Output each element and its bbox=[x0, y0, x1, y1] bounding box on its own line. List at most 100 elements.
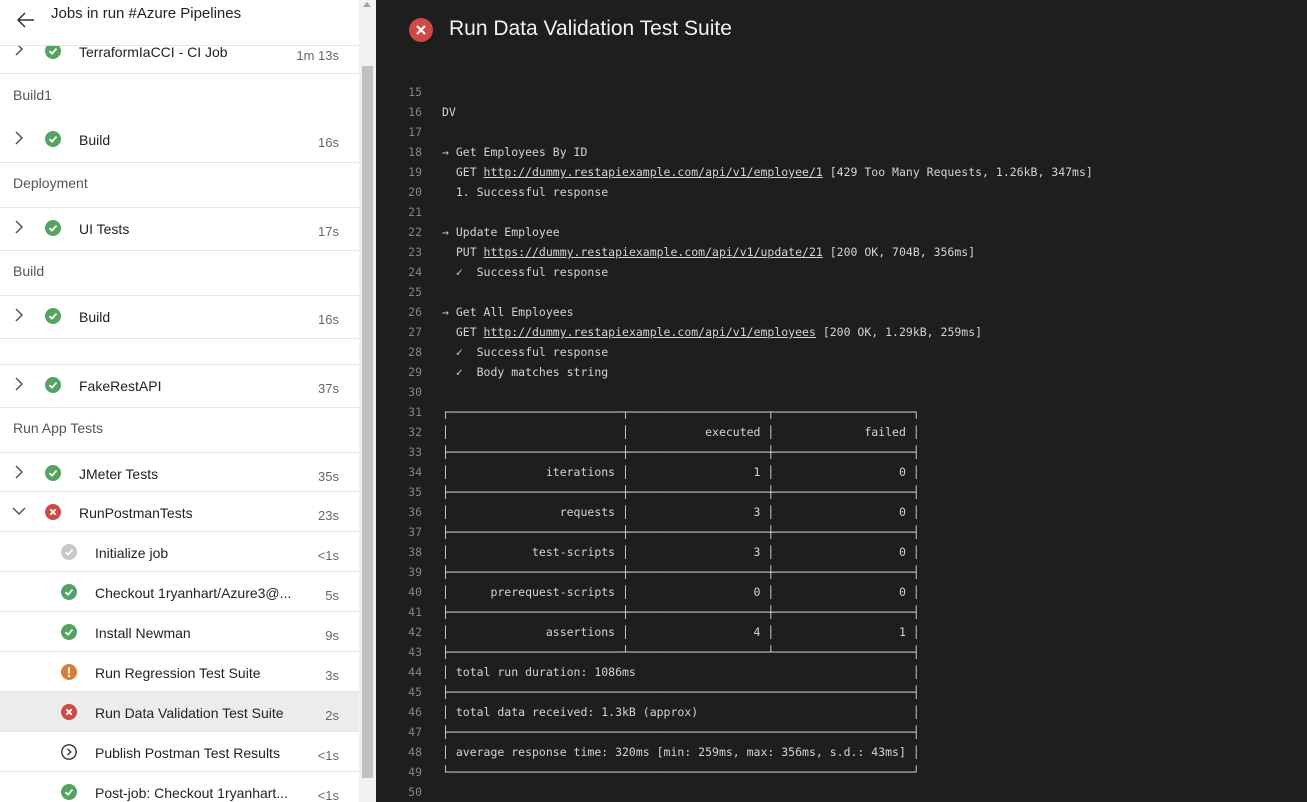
success-icon bbox=[45, 220, 61, 236]
jobs-list: TerraformIaCCI - CI Job 1m 13s Build1 Bu… bbox=[0, 0, 359, 802]
job-name: UI Tests bbox=[79, 221, 130, 237]
line-number: 35 bbox=[408, 485, 422, 499]
success-icon bbox=[61, 584, 77, 600]
log-text: 1. Successful response bbox=[442, 185, 609, 199]
error-circle-icon bbox=[409, 18, 433, 42]
step-row-selected[interactable]: Run Data Validation Test Suite 2s bbox=[0, 692, 359, 732]
success-icon bbox=[61, 784, 77, 800]
line-number: 15 bbox=[408, 85, 422, 99]
step-name: Initialize job bbox=[95, 545, 169, 561]
stage-label: Run App Tests bbox=[13, 420, 104, 436]
success-icon bbox=[45, 308, 61, 324]
log-text: ✓ Successful response bbox=[442, 345, 609, 359]
line-number: 16 bbox=[408, 105, 422, 119]
line-number: 36 bbox=[408, 505, 422, 519]
log-panel: Run Data Validation Test Suite 15 16 DV 17 1… bbox=[376, 0, 1307, 802]
job-row-jmeter[interactable]: JMeter Tests 35s bbox=[0, 452, 359, 492]
job-name: Build bbox=[79, 132, 111, 148]
step-name: Checkout 1ryanhart/Azure3@... bbox=[95, 585, 292, 601]
log-text: │ test-scripts │ 3 │ 0 │ bbox=[442, 545, 920, 559]
log-link[interactable]: http://dummy.restapiexample.com/api/v1/e… bbox=[484, 325, 816, 339]
line-number: 38 bbox=[408, 545, 422, 559]
step-duration: <1s bbox=[317, 788, 339, 802]
chevron-right-icon[interactable] bbox=[12, 131, 26, 145]
line-number: 18 bbox=[408, 145, 422, 159]
step-duration: 9s bbox=[325, 628, 339, 643]
line-number: 39 bbox=[408, 565, 422, 579]
line-number: 27 bbox=[408, 325, 422, 339]
job-row-runpostmantests[interactable]: RunPostmanTests 23s bbox=[0, 492, 359, 532]
scrollbar-thumb[interactable] bbox=[362, 66, 373, 778]
log-text: │ prerequest-scripts │ 0 │ 0 │ bbox=[442, 585, 920, 599]
line-number: 47 bbox=[408, 725, 422, 739]
line-number: 43 bbox=[408, 645, 422, 659]
step-duration: 5s bbox=[325, 588, 339, 603]
line-number: 22 bbox=[408, 225, 422, 239]
job-name: FakeRestAPI bbox=[79, 378, 162, 394]
line-number: 23 bbox=[408, 245, 422, 259]
step-row[interactable]: Post-job: Checkout 1ryanhart... <1s bbox=[0, 772, 359, 802]
job-name: TerraformIaCCI - CI Job bbox=[79, 44, 228, 60]
line-number: 20 bbox=[408, 185, 422, 199]
step-row[interactable]: Run Regression Test Suite 3s bbox=[0, 652, 359, 692]
step-name: Run Regression Test Suite bbox=[95, 665, 261, 681]
log-text: ┌─────────────────────────┬─────────────… bbox=[442, 405, 920, 419]
job-duration: 23s bbox=[318, 508, 339, 523]
log-link[interactable]: http://dummy.restapiexample.com/api/v1/e… bbox=[484, 165, 823, 179]
log-text: │ requests │ 3 │ 0 │ bbox=[442, 505, 920, 519]
log-text: ├─────────────────────────┼─────────────… bbox=[442, 525, 920, 539]
chevron-right-icon[interactable] bbox=[12, 308, 26, 322]
log-text: ├─────────────────────────┼─────────────… bbox=[442, 485, 920, 499]
jobs-panel: TerraformIaCCI - CI Job 1m 13s Build1 Bu… bbox=[0, 0, 376, 802]
line-number: 45 bbox=[408, 685, 422, 699]
chevron-down-icon[interactable] bbox=[12, 504, 26, 518]
line-number: 50 bbox=[408, 785, 422, 799]
line-number: 19 bbox=[408, 165, 422, 179]
success-icon bbox=[45, 131, 61, 147]
line-number: 25 bbox=[408, 285, 422, 299]
line-number: 29 bbox=[408, 365, 422, 379]
log-text: └───────────────────────────────────────… bbox=[442, 765, 920, 779]
chevron-right-icon[interactable] bbox=[12, 220, 26, 234]
job-row-ui-tests[interactable]: UI Tests 17s bbox=[0, 207, 359, 251]
log-title: Run Data Validation Test Suite bbox=[449, 17, 732, 40]
step-name: Post-job: Checkout 1ryanhart... bbox=[95, 785, 288, 801]
log-text: PUT https://dummy.restapiexample.com/api… bbox=[442, 245, 976, 259]
step-row[interactable]: Checkout 1ryanhart/Azure3@... 5s bbox=[0, 572, 359, 612]
step-name: Publish Postman Test Results bbox=[95, 745, 280, 761]
line-number: 17 bbox=[408, 125, 422, 139]
line-number: 21 bbox=[408, 205, 422, 219]
step-name: Run Data Validation Test Suite bbox=[95, 705, 284, 721]
step-duration: 3s bbox=[325, 668, 339, 683]
line-number: 37 bbox=[408, 525, 422, 539]
log-text: ├─────────────────────────┼─────────────… bbox=[442, 565, 920, 579]
step-duration: 2s bbox=[325, 708, 339, 723]
line-number: 42 bbox=[408, 625, 422, 639]
job-row-build[interactable]: Build 16s bbox=[0, 295, 359, 339]
line-number: 30 bbox=[408, 385, 422, 399]
log-text: → Get All Employees bbox=[442, 305, 574, 319]
job-row-fakerestapi[interactable]: FakeRestAPI 37s bbox=[0, 364, 359, 408]
step-row[interactable]: Initialize job <1s bbox=[0, 532, 359, 572]
log-text: → Update Employee bbox=[442, 225, 560, 239]
stage-label: Deployment bbox=[13, 175, 88, 191]
job-row-build1[interactable]: Build 16s bbox=[0, 119, 359, 163]
panel-header: Jobs in run #Azure Pipelines bbox=[0, 0, 359, 46]
scroll-up-arrow-icon[interactable] bbox=[363, 2, 371, 7]
chevron-right-icon[interactable] bbox=[12, 465, 26, 479]
step-row[interactable]: Install Newman 9s bbox=[0, 612, 359, 652]
log-text: ├───────────────────────────────────────… bbox=[442, 685, 920, 699]
success-icon bbox=[61, 624, 77, 640]
warning-icon bbox=[61, 664, 77, 680]
chevron-right-icon[interactable] bbox=[12, 377, 26, 391]
log-text: │ │ executed │ failed │ bbox=[442, 425, 920, 439]
arrow-left-icon[interactable] bbox=[14, 9, 38, 31]
line-number: 28 bbox=[408, 345, 422, 359]
job-duration: 37s bbox=[318, 381, 339, 396]
job-duration: 1m 13s bbox=[296, 48, 339, 63]
step-row[interactable]: Publish Postman Test Results <1s bbox=[0, 732, 359, 772]
job-duration: 35s bbox=[318, 469, 339, 484]
job-duration: 16s bbox=[318, 135, 339, 150]
log-text: ├─────────────────────────┼─────────────… bbox=[442, 605, 920, 619]
log-link[interactable]: https://dummy.restapiexample.com/api/v1/… bbox=[484, 245, 823, 259]
